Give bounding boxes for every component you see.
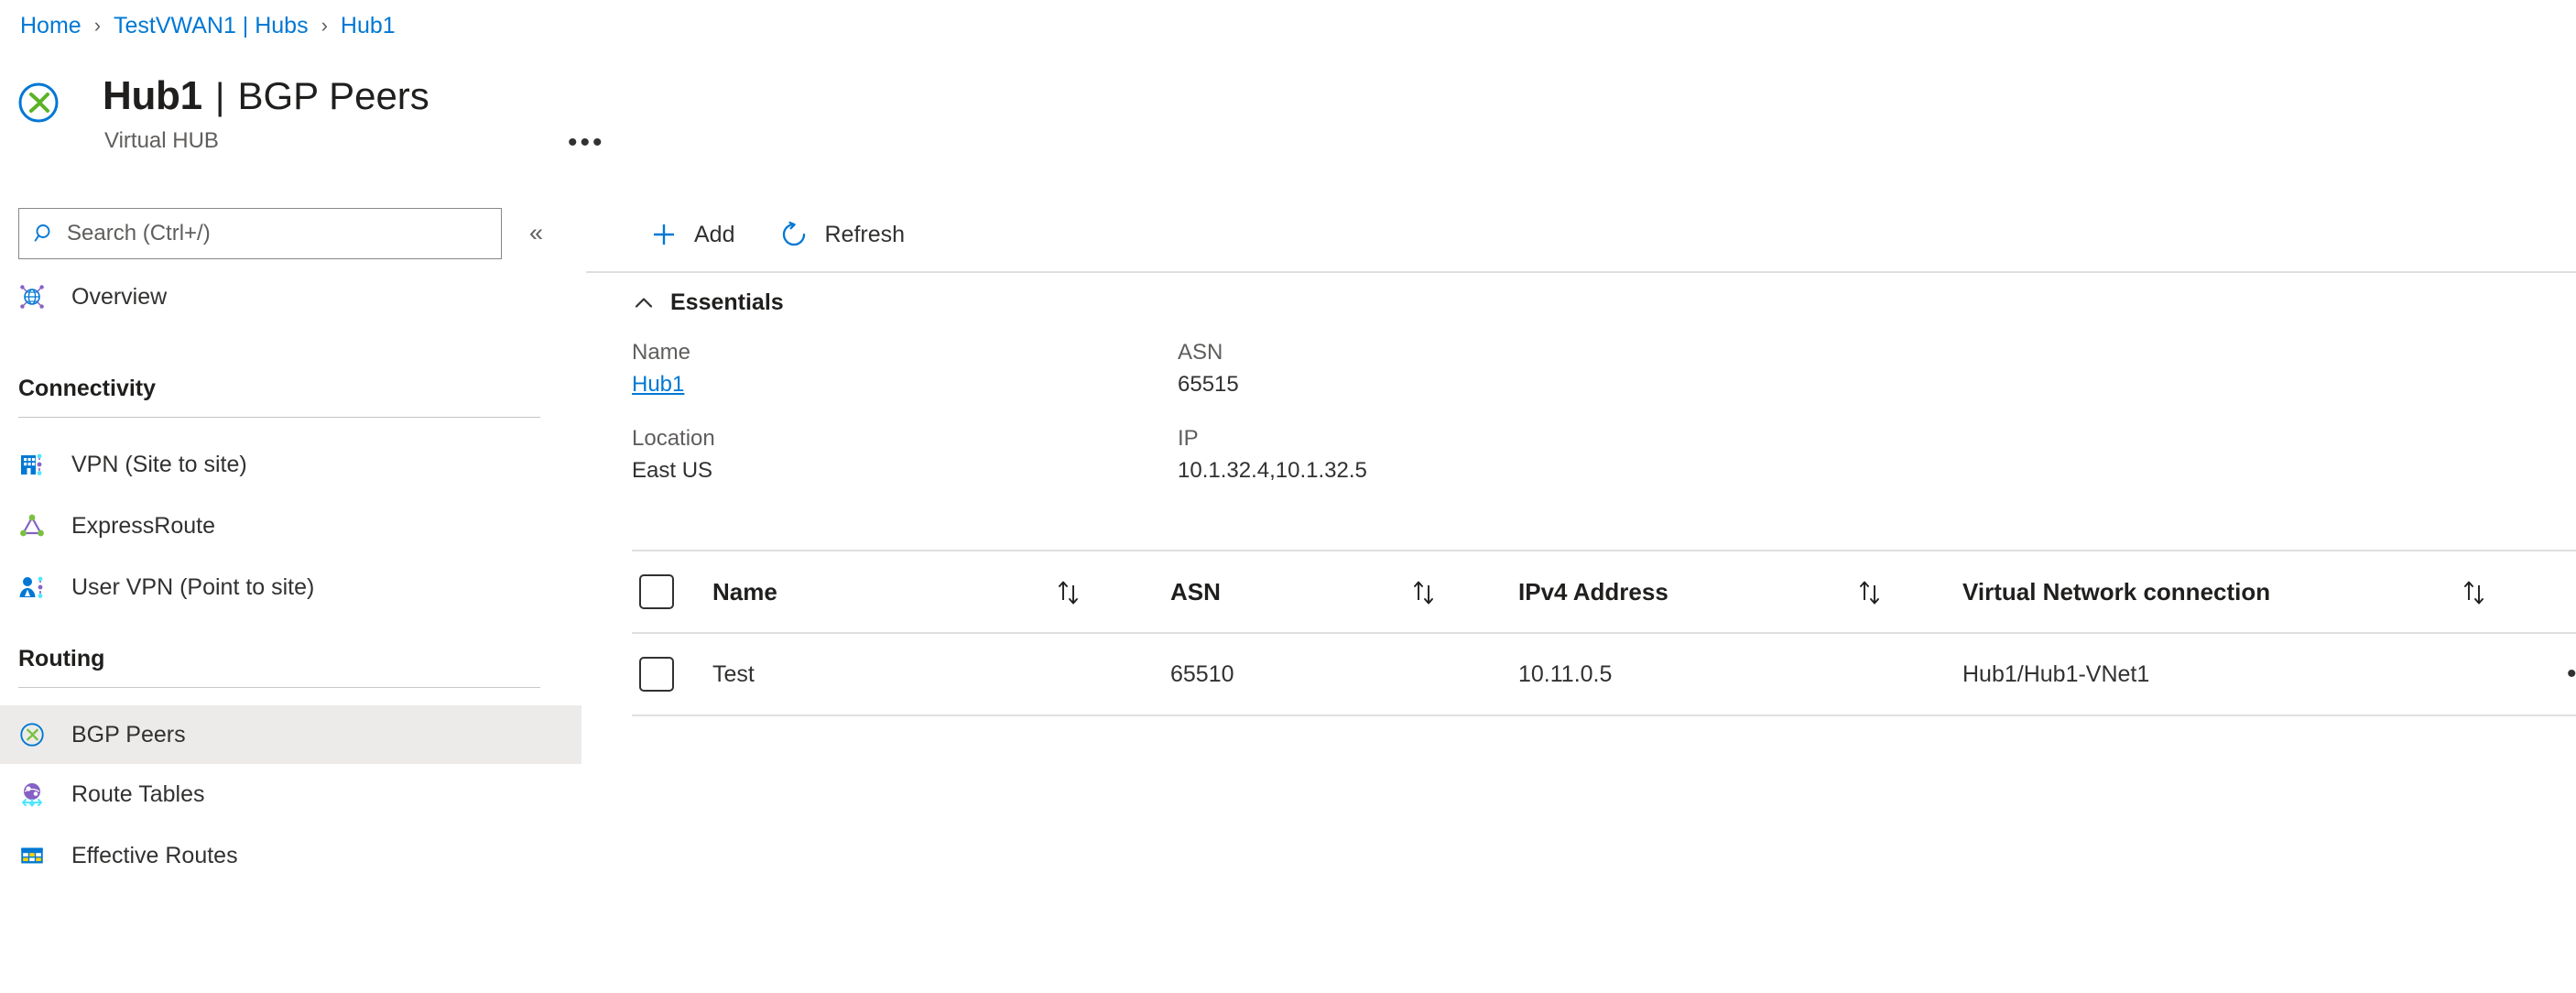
breadcrumb-separator: ›	[93, 14, 102, 37]
command-bar-divider	[586, 271, 2576, 273]
table-row[interactable]: Test 65510 10.11.0.5 Hub1/Hub1-VNet1 •••	[632, 634, 2576, 715]
main-content: Add Refresh Essentials Name Hub1 Locatio…	[586, 202, 2576, 993]
essentials-field-key: Location	[632, 426, 715, 451]
sidebar-item-overview[interactable]: Overview	[0, 267, 582, 326]
breadcrumb-separator: ›	[321, 14, 328, 37]
sidebar-item-user-vpn-point-to-site[interactable]: User VPN (Point to site)	[0, 558, 582, 617]
essentials-toggle[interactable]: Essentials	[632, 289, 784, 316]
bgp-peers-icon	[16, 719, 48, 750]
essentials-field-value: 10.1.32.4,10.1.32.5	[1178, 458, 1367, 483]
essentials-field-value: East US	[632, 458, 713, 483]
sort-updown-icon	[1853, 576, 1889, 607]
sidebar-item-label: User VPN (Point to site)	[71, 573, 315, 600]
table-header-row: Name ASN IPv4 Address Virtual Network co…	[632, 551, 2576, 632]
sort-updown-icon	[1051, 576, 1088, 607]
row-select-cell	[632, 657, 712, 692]
refresh-button[interactable]: Refresh	[762, 211, 921, 258]
page-title-separator: |	[214, 75, 225, 117]
sort-button-asn[interactable]	[1407, 576, 1518, 607]
column-header-virtual-network-connection[interactable]: Virtual Network connection	[1962, 578, 2457, 606]
sidebar-item-label: ExpressRoute	[71, 512, 216, 539]
essentials-column-right: ASN 65515 IP 10.1.32.4,10.1.32.5	[1178, 337, 1367, 509]
refresh-icon	[778, 219, 810, 250]
sidebar-item-vpn-site-to-site[interactable]: VPN (Site to site)	[0, 435, 582, 494]
vpn-site-to-site-icon	[16, 449, 48, 480]
sidebar-section-title: Connectivity	[18, 376, 157, 401]
column-header-asn[interactable]: ASN	[1170, 578, 1407, 606]
search-box[interactable]	[18, 208, 502, 259]
table-row-divider	[632, 715, 2576, 716]
breadcrumb-item-hub1[interactable]: Hub1	[341, 13, 396, 39]
search-input[interactable]	[65, 220, 468, 247]
sidebar: « Overview Connectivity	[0, 202, 586, 993]
route-tables-icon	[16, 779, 48, 810]
add-button-label: Add	[694, 221, 735, 247]
sidebar-collapse-button[interactable]: «	[529, 220, 543, 246]
virtual-hub-icon	[16, 81, 60, 125]
sidebar-section-divider	[18, 417, 540, 418]
essentials-field-name: Name Hub1	[632, 337, 715, 401]
sidebar-section-routing: Routing	[0, 646, 568, 688]
essentials-field-location: Location East US	[632, 423, 715, 487]
bgp-peers-table: Name ASN IPv4 Address Virtual Network co…	[632, 550, 2576, 716]
page-subtitle: Virtual HUB	[104, 128, 219, 153]
column-header-name[interactable]: Name	[712, 578, 1051, 606]
sort-updown-icon	[1407, 576, 1443, 607]
row-context-menu-button[interactable]: •••	[2567, 660, 2576, 688]
search-icon	[34, 223, 56, 245]
cell-ipv4-address: 10.11.0.5	[1518, 660, 1613, 687]
sidebar-item-label: Overview	[71, 283, 168, 310]
essentials-field-ip: IP 10.1.32.4,10.1.32.5	[1178, 423, 1367, 487]
sidebar-item-label: BGP Peers	[71, 721, 186, 747]
sidebar-item-label: Effective Routes	[71, 842, 238, 868]
breadcrumb: Home › TestVWAN1 | Hubs › Hub1	[20, 9, 396, 42]
page-title: Hub1 | BGP Peers	[103, 73, 429, 119]
sidebar-section-divider	[18, 687, 540, 688]
page-title-section: BGP Peers	[237, 74, 429, 117]
sort-button-virtual-network-connection[interactable]	[2457, 576, 2558, 607]
sort-button-name[interactable]	[1051, 576, 1170, 607]
sort-updown-icon	[2457, 576, 2494, 607]
chevron-up-icon	[632, 291, 656, 315]
header-more-menu-button[interactable]: •••	[568, 129, 605, 157]
user-vpn-point-to-site-icon	[16, 572, 48, 603]
command-bar: Add Refresh	[586, 202, 2576, 267]
essentials-field-key: IP	[1178, 426, 1199, 451]
essentials-field-value-link[interactable]: Hub1	[632, 368, 715, 401]
select-all-cell	[632, 574, 712, 609]
overview-globe-icon	[16, 281, 48, 312]
page-title-resource: Hub1	[103, 73, 202, 118]
row-checkbox[interactable]	[639, 657, 674, 692]
cell-asn: 65510	[1170, 660, 1234, 687]
essentials-field-value: 65515	[1178, 372, 1239, 397]
breadcrumb-item-testvwan1-hubs[interactable]: TestVWAN1 | Hubs	[114, 13, 309, 39]
add-button[interactable]: Add	[632, 211, 751, 258]
plus-icon	[648, 219, 679, 250]
refresh-button-label: Refresh	[824, 221, 906, 247]
sidebar-item-bgp-peers[interactable]: BGP Peers	[0, 705, 582, 764]
essentials-column-left: Name Hub1 Location East US	[632, 337, 715, 509]
page-header: Hub1 | BGP Peers ••• Virtual HUB	[0, 57, 2576, 167]
sidebar-item-label: VPN (Site to site)	[71, 451, 247, 477]
sidebar-section-title: Routing	[18, 646, 105, 671]
essentials-title: Essentials	[670, 289, 784, 315]
essentials-field-asn: ASN 65515	[1178, 337, 1367, 401]
sidebar-item-label: Route Tables	[71, 780, 205, 807]
sidebar-item-effective-routes[interactable]: Effective Routes	[0, 826, 582, 885]
expressroute-icon	[16, 510, 48, 541]
sort-button-ipv4-address[interactable]	[1853, 576, 1962, 607]
essentials-field-key: Name	[632, 340, 691, 365]
essentials-field-key: ASN	[1178, 340, 1223, 365]
effective-routes-icon	[16, 840, 48, 871]
sidebar-item-expressroute[interactable]: ExpressRoute	[0, 496, 582, 555]
column-header-ipv4-address[interactable]: IPv4 Address	[1518, 578, 1853, 606]
select-all-checkbox[interactable]	[639, 574, 674, 609]
cell-virtual-network-connection: Hub1/Hub1-VNet1	[1962, 660, 2150, 687]
row-actions-cell: •••	[2558, 660, 2576, 688]
cell-name: Test	[712, 660, 755, 687]
breadcrumb-item-home[interactable]: Home	[20, 13, 82, 39]
sidebar-item-route-tables[interactable]: Route Tables	[0, 765, 582, 824]
sidebar-section-connectivity: Connectivity	[0, 376, 568, 418]
